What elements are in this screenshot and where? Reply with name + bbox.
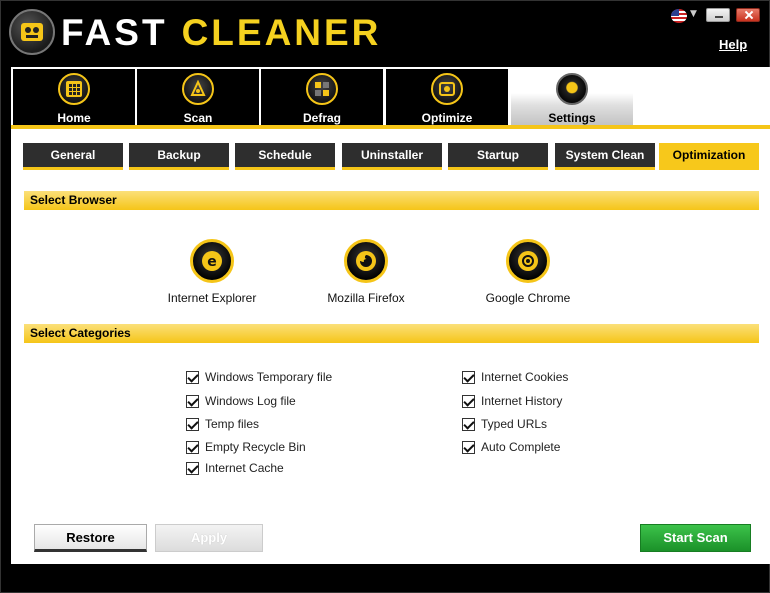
tab-settings-label: Settings <box>548 111 596 125</box>
category-typed-urls[interactable]: Typed URLs <box>462 416 547 432</box>
checkbox-label: Internet Cookies <box>481 370 569 384</box>
browser-internet-explorer[interactable]: e Internet Explorer <box>152 239 272 305</box>
grid-icon <box>58 73 90 105</box>
browser-firefox[interactable]: Mozilla Firefox <box>306 239 426 305</box>
category-temp-files[interactable]: Temp files <box>186 416 259 432</box>
checkbox-label: Typed URLs <box>481 417 548 431</box>
checkbox-label: Windows Temporary file <box>205 370 333 384</box>
category-internet-cookies[interactable]: Internet Cookies <box>462 369 568 385</box>
category-windows-temporary-file[interactable]: Windows Temporary file <box>186 369 332 385</box>
select-categories-header: Select Categories <box>24 324 759 343</box>
category-internet-cache[interactable]: Internet Cache <box>186 460 284 476</box>
tab-divider <box>11 125 770 129</box>
tab-defrag-label: Defrag <box>302 111 341 125</box>
start-scan-button[interactable]: Start Scan <box>640 524 751 552</box>
tab-optimize-label: Optimize <box>421 111 473 125</box>
checkbox[interactable] <box>186 370 199 384</box>
subtab-optimization[interactable]: Optimization <box>659 143 759 170</box>
subtab-system-clean[interactable]: System Clean <box>555 143 655 170</box>
minimize-button[interactable] <box>706 8 730 22</box>
checkbox-label: Internet Cache <box>205 461 284 475</box>
checkbox-label: Temp files <box>205 417 260 431</box>
checkbox[interactable] <box>462 417 475 431</box>
settings-icon <box>556 73 588 105</box>
subtab-backup[interactable]: Backup <box>129 143 229 170</box>
checkbox[interactable] <box>186 394 199 408</box>
browser-chrome[interactable]: Google Chrome <box>468 239 588 305</box>
subtab-uninstaller[interactable]: Uninstaller <box>342 143 442 170</box>
checkbox-label: Auto Complete <box>481 440 561 454</box>
close-button[interactable] <box>736 8 760 22</box>
subtab-schedule[interactable]: Schedule <box>235 143 335 170</box>
checkbox[interactable] <box>186 417 199 431</box>
app-title-part2: CLEANER <box>181 12 382 53</box>
checkbox-label: Empty Recycle Bin <box>205 440 306 454</box>
checkbox[interactable] <box>186 461 199 475</box>
checkbox[interactable] <box>186 440 199 454</box>
defrag-icon <box>306 73 338 105</box>
us-flag-icon[interactable] <box>671 9 687 23</box>
tab-defrag[interactable]: Defrag <box>261 69 383 129</box>
checkbox[interactable] <box>462 394 475 408</box>
subtab-general[interactable]: General <box>23 143 123 170</box>
app-window: FAST CLEANER ▼ Help Home Scan Defrag Opt… <box>0 0 770 593</box>
content-panel: Home Scan Defrag Optimize Settings Gener… <box>11 67 770 564</box>
select-browser-header: Select Browser <box>24 191 759 210</box>
tab-scan-label: Scan <box>183 111 213 125</box>
firefox-icon <box>344 239 388 283</box>
checkbox[interactable] <box>462 440 475 454</box>
browser-chrome-label: Google Chrome <box>485 291 571 305</box>
checkbox[interactable] <box>462 370 475 384</box>
subtab-startup[interactable]: Startup <box>448 143 548 170</box>
category-windows-log-file[interactable]: Windows Log file <box>186 393 296 409</box>
restore-button[interactable]: Restore <box>34 524 147 552</box>
category-internet-history[interactable]: Internet History <box>462 393 562 409</box>
tab-home[interactable]: Home <box>13 69 135 129</box>
tab-settings[interactable]: Settings <box>511 69 633 129</box>
svg-text:e: e <box>207 254 217 270</box>
checkbox-label: Windows Log file <box>205 394 296 408</box>
logo-icon <box>9 9 55 55</box>
optimize-icon <box>431 73 463 105</box>
help-link[interactable]: Help <box>719 37 747 52</box>
app-title: FAST CLEANER <box>61 13 381 53</box>
tab-optimize[interactable]: Optimize <box>386 69 508 129</box>
browser-internet-explorer-label: Internet Explorer <box>167 291 257 305</box>
chevron-down-icon[interactable]: ▼ <box>690 9 697 19</box>
category-auto-complete[interactable]: Auto Complete <box>462 439 560 455</box>
tab-scan[interactable]: Scan <box>137 69 259 129</box>
scan-icon <box>182 73 214 105</box>
category-empty-recycle-bin[interactable]: Empty Recycle Bin <box>186 439 306 455</box>
tab-home-label: Home <box>57 111 91 125</box>
internet-explorer-icon: e <box>190 239 234 283</box>
app-title-part1: FAST <box>61 12 168 53</box>
chrome-icon <box>506 239 550 283</box>
browser-firefox-label: Mozilla Firefox <box>327 291 405 305</box>
apply-button[interactable]: Apply <box>155 524 263 552</box>
checkbox-label: Internet History <box>481 394 563 408</box>
